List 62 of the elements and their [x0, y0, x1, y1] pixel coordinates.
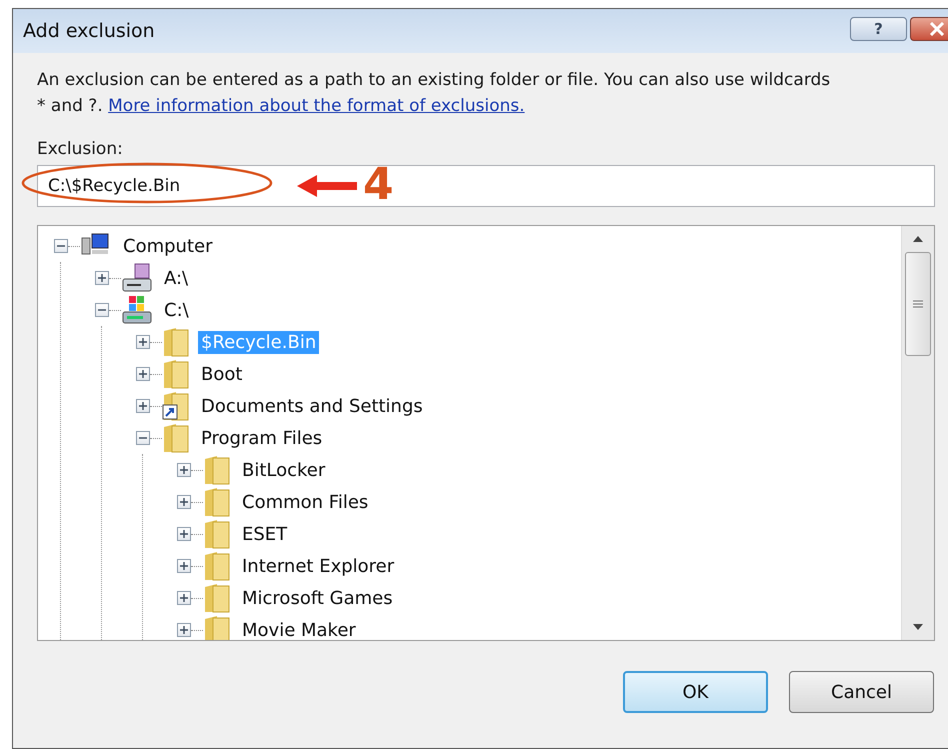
plus-icon[interactable]: [139, 338, 147, 346]
grip-icon: [913, 300, 923, 308]
plus-icon[interactable]: [180, 562, 188, 570]
scroll-up-icon[interactable]: [913, 236, 923, 242]
expander-toggle[interactable]: [177, 559, 191, 573]
folder-icon: [203, 583, 231, 613]
tree-item[interactable]: Boot: [198, 362, 246, 386]
format-info-link[interactable]: More information about the format of exclusions.: [108, 96, 525, 116]
tree-item[interactable]: Computer: [120, 234, 216, 258]
plus-icon[interactable]: [180, 530, 188, 538]
folder-icon: [162, 423, 190, 453]
expander-toggle[interactable]: [177, 495, 191, 509]
expander-toggle[interactable]: [177, 591, 191, 605]
folder-shortcut-icon: [162, 391, 190, 421]
plus-icon[interactable]: [139, 370, 147, 378]
close-icon[interactable]: [928, 22, 944, 36]
expander-toggle[interactable]: [136, 431, 150, 445]
folder-icon: [162, 359, 190, 389]
tree-item[interactable]: BitLocker: [239, 458, 328, 482]
plus-icon[interactable]: [180, 466, 188, 474]
tree-item[interactable]: Program Files: [198, 426, 326, 450]
expander-toggle[interactable]: [177, 463, 191, 477]
tree-item[interactable]: A:\: [161, 266, 192, 290]
tree-item[interactable]: C:\: [161, 298, 192, 322]
expander-toggle[interactable]: [136, 399, 150, 413]
plus-icon[interactable]: [98, 274, 106, 282]
plus-icon[interactable]: [180, 594, 188, 602]
window-title: Add exclusion: [23, 20, 155, 42]
exclusion-label: Exclusion:: [37, 139, 124, 159]
scroll-down-icon[interactable]: [913, 624, 923, 630]
folder-icon: [203, 551, 231, 581]
folder-icon: [162, 327, 190, 357]
tree-item[interactable]: ESET: [239, 522, 290, 546]
expander-toggle[interactable]: [95, 271, 109, 285]
tree-item[interactable]: Microsoft Games: [239, 586, 396, 610]
expander-toggle[interactable]: [177, 527, 191, 541]
tree-item[interactable]: Internet Explorer: [239, 554, 398, 578]
expander-toggle[interactable]: [95, 303, 109, 317]
plus-icon[interactable]: [139, 402, 147, 410]
dialog-button[interactable]: Cancel: [789, 671, 934, 713]
tree-item[interactable]: Documents and Settings: [198, 394, 426, 418]
plus-icon[interactable]: [180, 626, 188, 634]
folder-icon: [203, 519, 231, 549]
expander-toggle[interactable]: [136, 367, 150, 381]
vertical-scrollbar[interactable]: [901, 226, 934, 640]
tree-item[interactable]: Movie Maker: [239, 618, 359, 640]
close-button[interactable]: [910, 17, 948, 41]
expander-toggle[interactable]: [54, 239, 68, 253]
folder-icon: [203, 487, 231, 517]
floppy-drive-icon: [121, 263, 153, 293]
folder-icon: [203, 455, 231, 485]
tree-item[interactable]: Common Files: [239, 490, 372, 514]
hard-drive-icon: [121, 295, 153, 325]
arrow-icon: [295, 173, 359, 199]
dialog-button[interactable]: OK: [623, 671, 768, 713]
plus-icon[interactable]: [180, 498, 188, 506]
expander-toggle[interactable]: [136, 335, 150, 349]
help-button[interactable]: ?: [850, 17, 907, 41]
expander-toggle[interactable]: [177, 623, 191, 637]
scroll-thumb[interactable]: [905, 252, 931, 356]
folder-icon: [203, 615, 231, 640]
description-text: An exclusion can be entered as a path to an existing folder or file. You can also use wildcards * and ?. More information about the format of exclusions.: [37, 69, 832, 118]
